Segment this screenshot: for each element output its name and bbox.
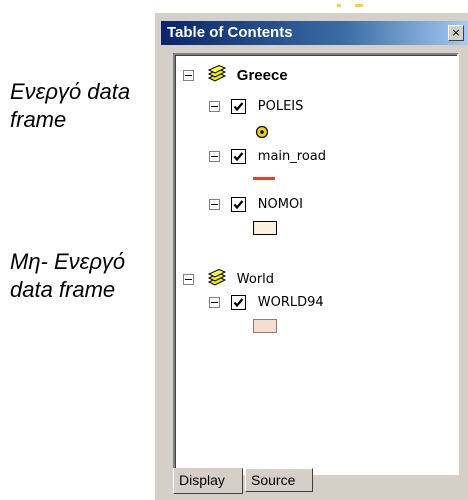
layer-item-main-road[interactable]: main_road <box>209 147 326 164</box>
data-frame-greece[interactable]: Greece <box>183 64 288 86</box>
collapse-icon[interactable] <box>183 274 194 285</box>
data-frame-name: Greece <box>236 67 288 84</box>
collapse-icon[interactable] <box>209 296 220 308</box>
annotation-line: Μη- Ενεργό <box>10 249 126 274</box>
speck-mark <box>337 4 341 7</box>
window-title: Table of Contents <box>167 24 293 41</box>
close-button[interactable]: × <box>448 25 464 41</box>
layer-tree: Greece POLEIS main_road NOMOI World WORL… <box>173 53 459 475</box>
layers-icon <box>205 64 227 86</box>
data-frame-name: World <box>236 272 275 287</box>
layer-name: main_road <box>257 148 326 164</box>
layer-item-nomoi[interactable]: NOMOI <box>209 195 303 212</box>
data-frame-world[interactable]: World <box>183 268 275 290</box>
layer-item-world94[interactable]: WORLD94 <box>209 293 324 310</box>
point-symbol-icon <box>255 125 269 139</box>
collapse-icon[interactable] <box>209 150 220 162</box>
layer-visibility-checkbox[interactable] <box>230 294 246 310</box>
layer-visibility-checkbox[interactable] <box>230 148 246 164</box>
title-bar[interactable]: Table of Contents × <box>161 21 468 45</box>
collapse-icon[interactable] <box>183 70 194 81</box>
layer-visibility-checkbox[interactable] <box>230 196 246 212</box>
layer-item-poleis[interactable]: POLEIS <box>209 97 303 114</box>
layer-visibility-checkbox[interactable] <box>230 98 246 114</box>
layers-icon <box>205 268 227 290</box>
active-data-frame-annotation: Ενεργό data frame <box>10 78 160 134</box>
layer-name: POLEIS <box>257 98 304 114</box>
collapse-icon[interactable] <box>209 198 220 210</box>
collapse-icon[interactable] <box>209 100 220 112</box>
tab-display[interactable]: Display <box>173 468 243 494</box>
inactive-data-frame-annotation: Μη- Ενεργό data frame <box>10 248 160 304</box>
annotation-line: frame <box>10 107 67 132</box>
speck-mark <box>355 4 363 7</box>
annotation-line: Ενεργό data <box>10 79 131 104</box>
line-symbol-icon <box>253 177 275 180</box>
table-of-contents-window: Table of Contents × Greece POLEIS main_r… <box>154 12 468 500</box>
tab-source[interactable]: Source <box>245 468 313 492</box>
annotation-line: data frame <box>10 277 116 302</box>
layer-name: NOMOI <box>257 196 304 212</box>
polygon-symbol-icon <box>253 319 277 333</box>
layer-name: WORLD94 <box>257 294 324 310</box>
polygon-symbol-icon <box>253 221 277 235</box>
